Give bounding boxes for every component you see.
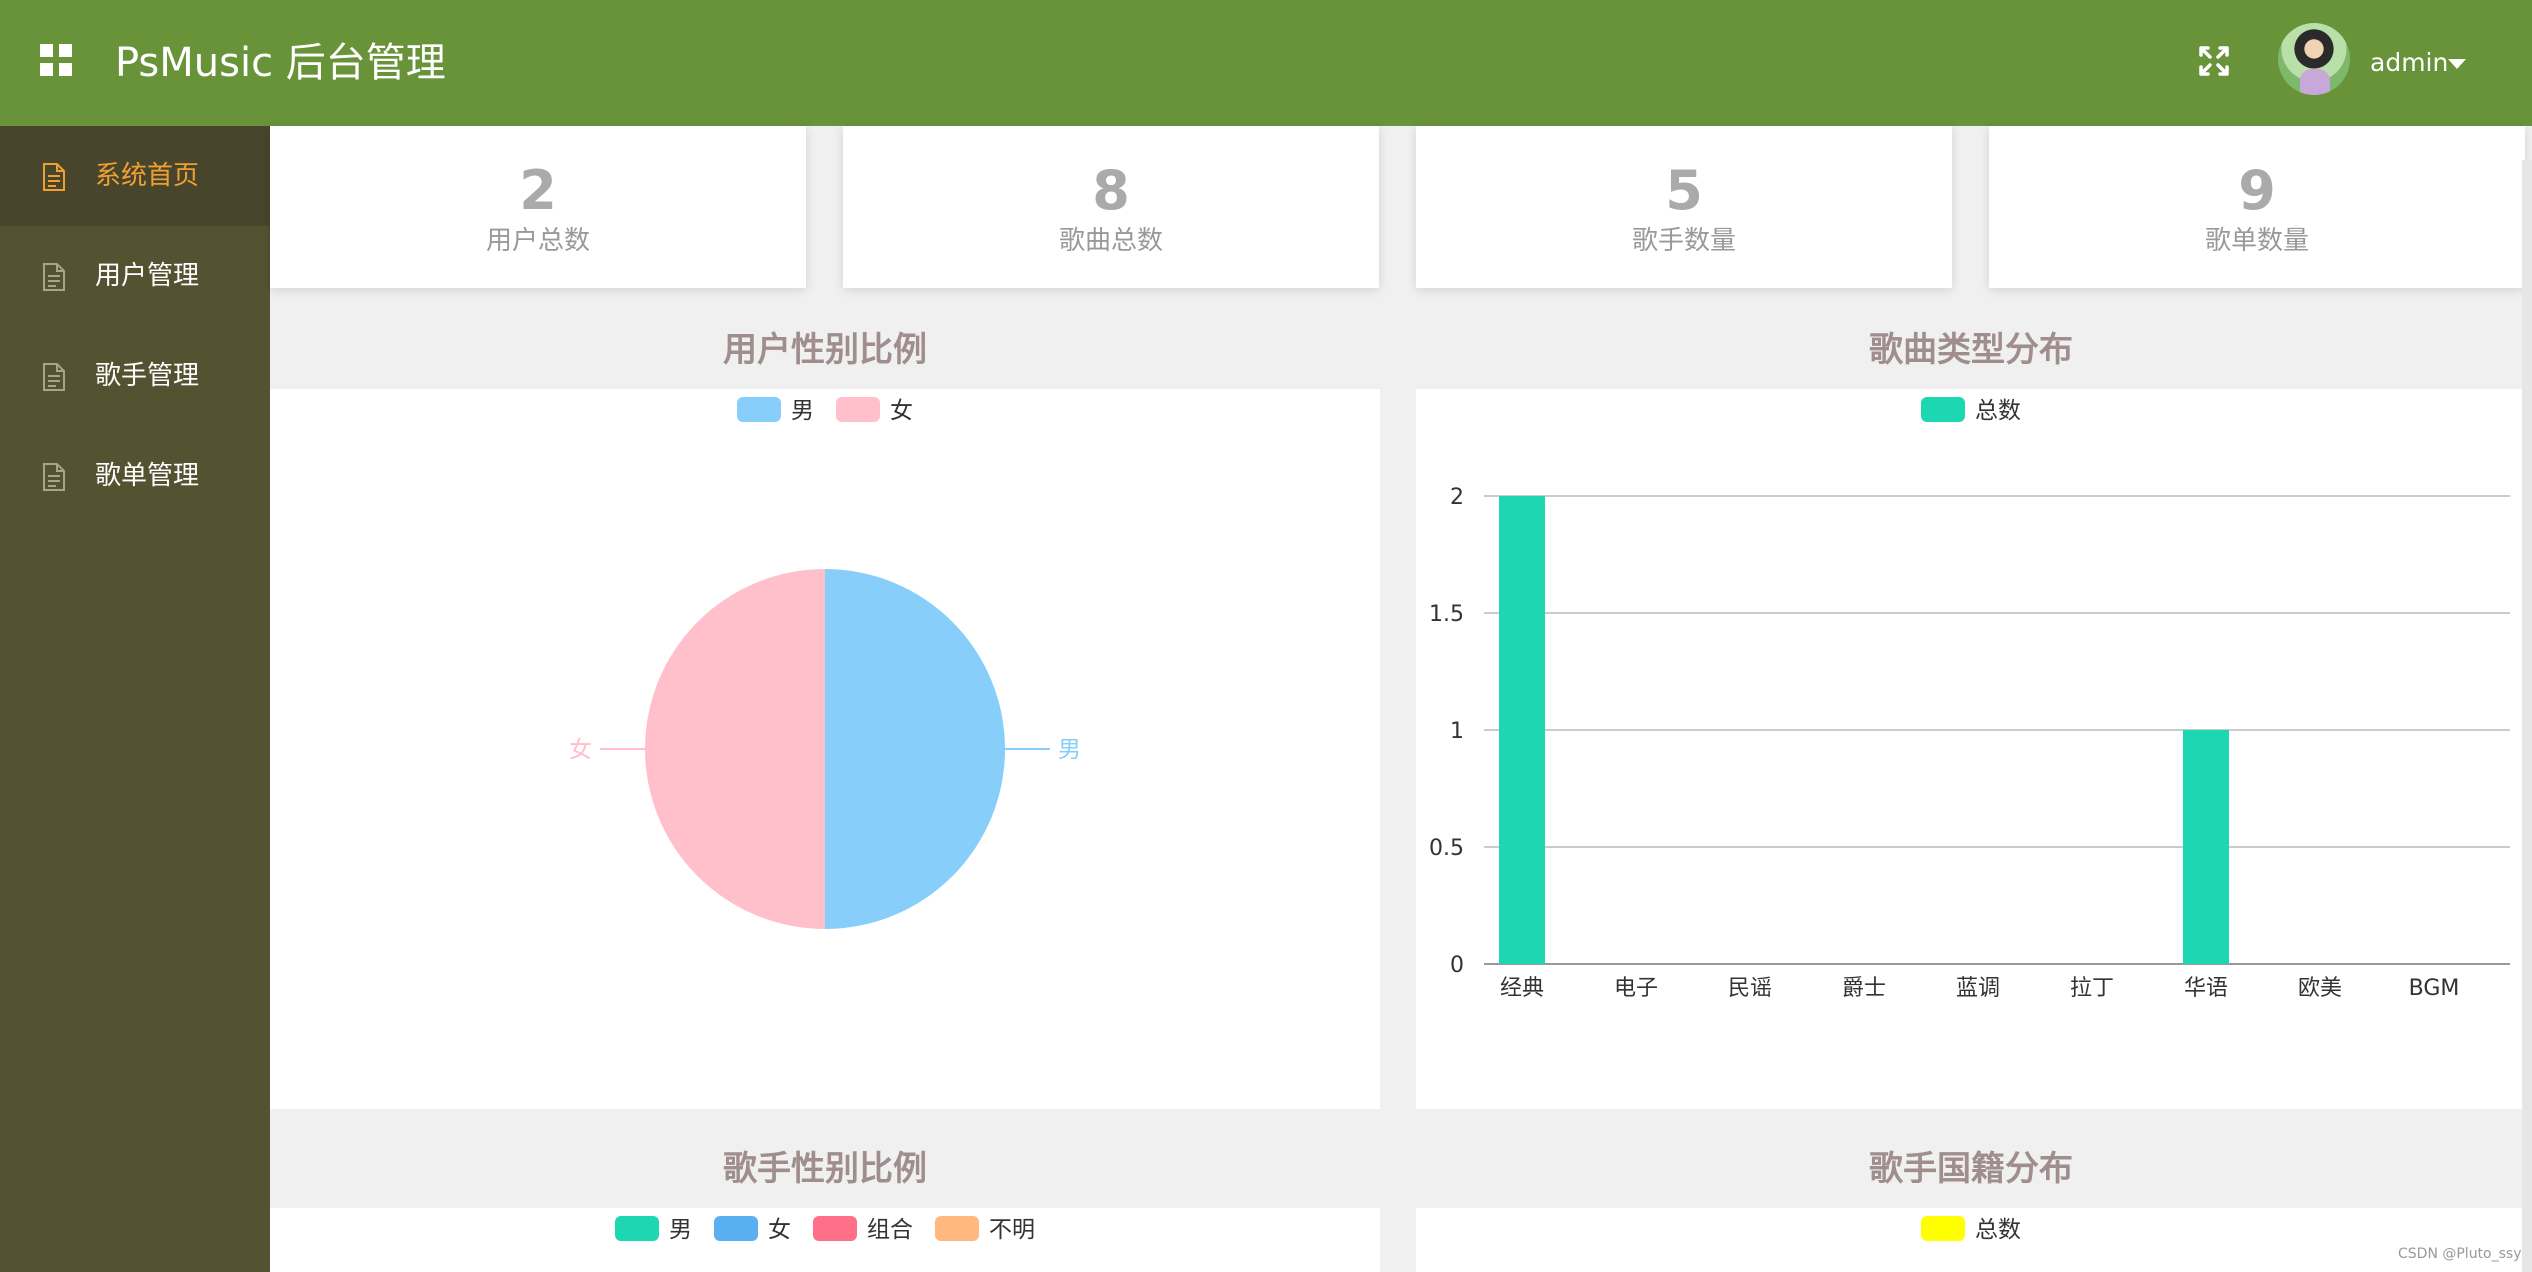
- avatar[interactable]: [2278, 23, 2350, 95]
- sidebar-item-singers[interactable]: 歌手管理: [0, 326, 270, 426]
- stat-label: 歌手数量: [1631, 226, 1736, 256]
- panel-title-song-type: 歌曲类型分布: [1869, 330, 2073, 370]
- legend-label: 总数: [1975, 398, 2021, 424]
- stat-card-playlists: 9 歌单数量: [1989, 126, 2525, 288]
- y-tick-label: 1: [1450, 719, 1464, 744]
- app-title: PsMusic 后台管理: [115, 40, 446, 86]
- y-tick-label: 0: [1450, 953, 1464, 978]
- pie-label: 男: [1058, 737, 1081, 763]
- legend-swatch: [615, 1216, 659, 1241]
- pie-label: 女: [569, 737, 592, 763]
- document-icon: [43, 163, 65, 191]
- legend-swatch: [1921, 397, 1965, 422]
- caret-down-icon[interactable]: [2448, 59, 2466, 69]
- x-tick-label: 民谣: [1728, 976, 1772, 1001]
- pie-slice: [825, 569, 1005, 929]
- singer-gender-pie-chart: 男 女 组合 不明: [615, 1216, 1035, 1243]
- stat-value: 2: [519, 159, 557, 222]
- x-tick-label: 拉丁: [2070, 976, 2114, 1001]
- sidebar: 系统首页 用户管理 歌手管理 歌单管理: [0, 126, 270, 1272]
- user-gender-pie-chart: 男女男女: [569, 397, 1081, 929]
- x-tick-label: 欧美: [2298, 976, 2342, 1001]
- legend-label: 女: [768, 1217, 791, 1243]
- legend-label: 女: [890, 398, 913, 424]
- stat-card-users: 2 用户总数: [270, 126, 806, 288]
- document-icon: [43, 463, 65, 491]
- top-header: PsMusic 后台管理 admin: [0, 0, 2532, 126]
- legend-label: 男: [791, 398, 814, 424]
- singer-gender-chart-panel: 男 女 组合 不明: [270, 1208, 1380, 1272]
- singer-country-chart-panel: 总数: [1416, 1208, 2526, 1272]
- sidebar-item-label: 歌单管理: [95, 461, 200, 491]
- stat-value: 8: [1092, 159, 1130, 222]
- legend-label: 组合: [867, 1217, 913, 1243]
- stat-card-songs: 8 歌曲总数: [843, 126, 1379, 288]
- fullscreen-icon[interactable]: [2197, 44, 2231, 78]
- y-tick-label: 2: [1450, 485, 1464, 510]
- document-icon: [43, 263, 65, 291]
- stat-card-singers: 5 歌手数量: [1416, 126, 1952, 288]
- y-tick-label: 1.5: [1429, 602, 1464, 627]
- legend-label: 总数: [1975, 1217, 2021, 1243]
- song-type-bar-chart: 总数 0 0.5 1 1.5 2 经典 电子 民谣 爵士 蓝调 拉丁 华语 欧美 BGM: [1429, 397, 2510, 1001]
- document-icon: [43, 363, 65, 391]
- legend-swatch: [1921, 1216, 1965, 1241]
- sidebar-item-playlists[interactable]: 歌单管理: [0, 426, 270, 526]
- legend-swatch: [813, 1216, 857, 1241]
- stat-value: 9: [2238, 159, 2276, 222]
- sidebar-item-home[interactable]: 系统首页: [0, 126, 270, 226]
- x-tick-label: 经典: [1500, 976, 1544, 1001]
- legend-label: 男: [669, 1217, 692, 1243]
- pie-slice: [645, 569, 825, 929]
- legend-swatch: [714, 1216, 758, 1241]
- sidebar-item-users[interactable]: 用户管理: [0, 226, 270, 326]
- grid-icon[interactable]: [40, 44, 72, 76]
- panel-title-user-gender: 用户性别比例: [723, 330, 927, 370]
- x-tick-label: 蓝调: [1956, 976, 2000, 1001]
- page-scrollbar[interactable]: [2522, 160, 2532, 1272]
- stat-label: 用户总数: [485, 226, 590, 256]
- bar: [1499, 496, 1545, 964]
- stat-label: 歌单数量: [2204, 226, 2309, 256]
- y-tick-label: 0.5: [1429, 836, 1464, 861]
- user-gender-chart-panel: 男女男女: [270, 389, 1380, 1109]
- x-tick-label: 华语: [2184, 976, 2228, 1001]
- watermark: CSDN @Pluto_ssy: [2398, 1246, 2522, 1262]
- bar: [2183, 730, 2229, 964]
- panel-title-singer-country: 歌手国籍分布: [1869, 1149, 2073, 1189]
- sidebar-item-label: 歌手管理: [95, 361, 200, 391]
- sidebar-item-label: 系统首页: [95, 161, 200, 191]
- legend-swatch: [737, 397, 781, 422]
- legend-swatch: [935, 1216, 979, 1241]
- legend-label: 不明: [989, 1217, 1035, 1243]
- x-tick-label: 爵士: [1842, 976, 1886, 1001]
- x-tick-label: 电子: [1614, 976, 1658, 1001]
- x-tick-label: BGM: [2409, 976, 2460, 1001]
- user-name[interactable]: admin: [2370, 44, 2448, 82]
- stat-label: 歌曲总数: [1058, 226, 1163, 256]
- stat-value: 5: [1665, 159, 1703, 222]
- panel-title-singer-gender: 歌手性别比例: [723, 1149, 927, 1189]
- legend-swatch: [836, 397, 880, 422]
- singer-country-bar-chart: 总数: [1921, 1216, 2021, 1243]
- sidebar-item-label: 用户管理: [95, 261, 200, 291]
- song-type-chart-panel: 总数 0 0.5 1 1.5 2 经典 电子 民谣 爵士 蓝调 拉丁 华语 欧美 BGM: [1416, 389, 2526, 1109]
